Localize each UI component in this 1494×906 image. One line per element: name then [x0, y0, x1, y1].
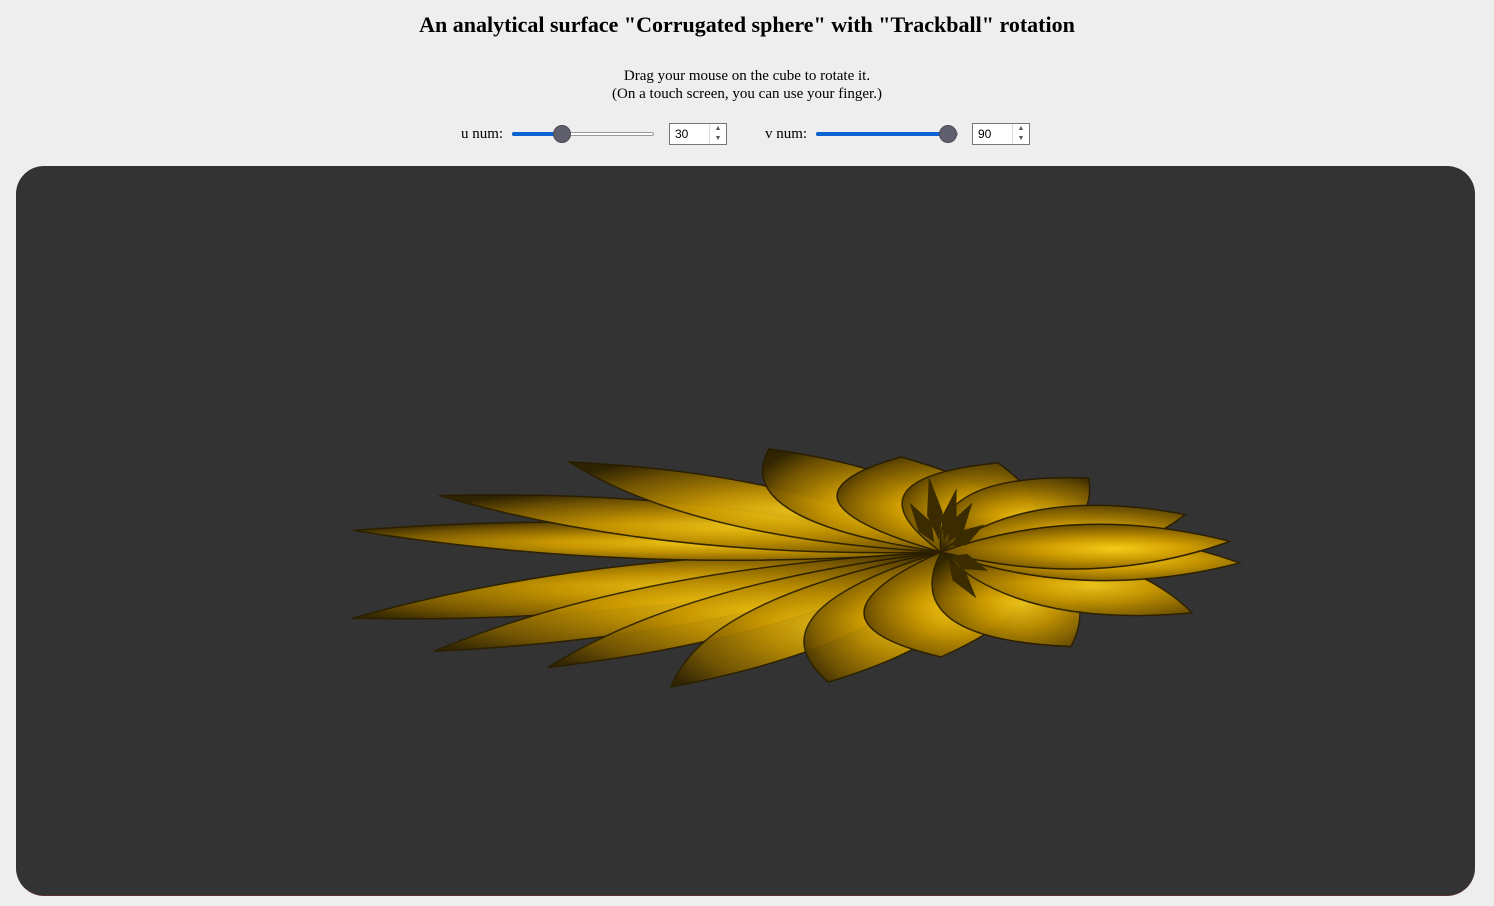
- u-num-value: 30: [675, 127, 689, 141]
- v-num-input[interactable]: 90 ▲ ▼: [972, 123, 1030, 145]
- u-num-spinner[interactable]: ▲ ▼: [709, 124, 726, 144]
- 3d-viewport[interactable]: [16, 166, 1475, 896]
- page-title: An analytical surface "Corrugated sphere…: [419, 12, 1075, 37]
- u-num-slider-thumb[interactable]: [552, 125, 571, 143]
- u-num-slider[interactable]: [512, 123, 654, 145]
- spin-up-icon[interactable]: ▲: [1013, 124, 1029, 134]
- v-num-slider-fill: [816, 132, 949, 136]
- u-num-label: u num:: [461, 126, 504, 142]
- spin-up-icon[interactable]: ▲: [710, 124, 726, 134]
- u-num-input[interactable]: 30 ▲ ▼: [669, 123, 727, 145]
- corrugated-sphere-surface[interactable]: [16, 166, 1475, 895]
- instructions-line-2: (On a touch screen, you can use your fin…: [612, 86, 882, 102]
- spin-down-icon[interactable]: ▼: [1013, 134, 1029, 144]
- v-num-slider[interactable]: [816, 123, 958, 145]
- v-num-value: 90: [978, 127, 992, 141]
- surface-petals: [351, 447, 1243, 689]
- v-num-slider-thumb[interactable]: [939, 125, 958, 143]
- instructions: Drag your mouse on the cube to rotate it…: [0, 67, 1494, 103]
- v-num-spinner[interactable]: ▲ ▼: [1012, 124, 1029, 144]
- v-num-label: v num:: [765, 126, 808, 142]
- spin-down-icon[interactable]: ▼: [710, 134, 726, 144]
- instructions-line-1: Drag your mouse on the cube to rotate it…: [623, 68, 871, 84]
